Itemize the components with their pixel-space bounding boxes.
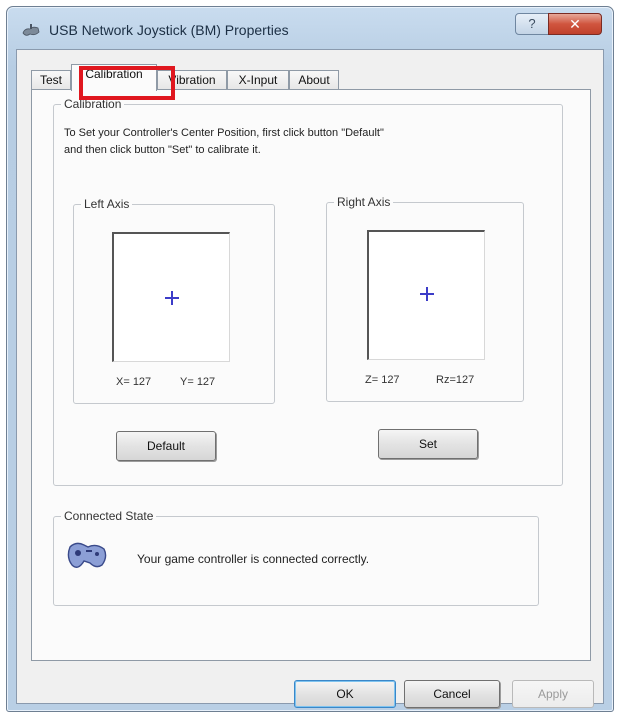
tab-about[interactable]: About: [289, 70, 339, 90]
window-title: USB Network Joystick (BM) Properties: [49, 22, 289, 38]
calibration-group: Calibration To Set your Controller's Cen…: [53, 97, 563, 486]
joystick-icon: [22, 24, 40, 36]
left-axis-pad: [112, 232, 230, 362]
tab-x-input[interactable]: X-Input: [227, 70, 289, 90]
left-axis-group: Left Axis X= 127 Y= 127: [73, 197, 275, 404]
tab-test[interactable]: Test: [31, 70, 71, 90]
instruction-line-1: To Set your Controller's Center Position…: [64, 127, 384, 139]
ok-button[interactable]: OK: [294, 680, 396, 708]
properties-window: USB Network Joystick (BM) Properties ? ✕…: [6, 6, 614, 712]
instruction-line-2: and then click button "Set" to calibrate…: [64, 144, 261, 156]
calibration-instructions: To Set your Controller's Center Position…: [64, 125, 504, 159]
left-axis-label: Left Axis: [81, 197, 133, 211]
connected-state-group: Connected State Your game controller is …: [53, 509, 539, 606]
right-axis-group: Right Axis Z= 127 Rz=127: [326, 195, 524, 402]
connected-status-message: Your game controller is connected correc…: [137, 552, 370, 566]
cancel-button[interactable]: Cancel: [404, 680, 500, 708]
help-button[interactable]: ?: [515, 13, 549, 35]
left-axis-y-value: Y= 127: [180, 376, 216, 388]
left-axis-x-value: X= 127: [116, 376, 152, 388]
tab-highlight-box: [79, 66, 175, 100]
right-axis-pad: [367, 230, 485, 360]
right-axis-label: Right Axis: [334, 195, 394, 209]
right-axis-z-value: Z= 127: [365, 374, 400, 386]
connected-state-label: Connected State: [61, 509, 157, 523]
right-axis-rz-value: Rz=127: [436, 374, 475, 386]
left-axis-crosshair: [165, 291, 179, 305]
close-button[interactable]: ✕: [548, 13, 602, 35]
default-button[interactable]: Default: [116, 431, 216, 461]
calibration-tab-panel: Calibration To Set your Controller's Cen…: [31, 89, 591, 661]
set-button[interactable]: Set: [378, 429, 478, 459]
right-axis-crosshair: [420, 287, 434, 301]
apply-button[interactable]: Apply: [512, 680, 594, 708]
dialog-client-area: Test Calibration Vibration X-Input About…: [16, 49, 604, 708]
gamepad-icon: [67, 542, 107, 568]
title-bar[interactable]: USB Network Joystick (BM) Properties ? ✕: [7, 7, 613, 51]
